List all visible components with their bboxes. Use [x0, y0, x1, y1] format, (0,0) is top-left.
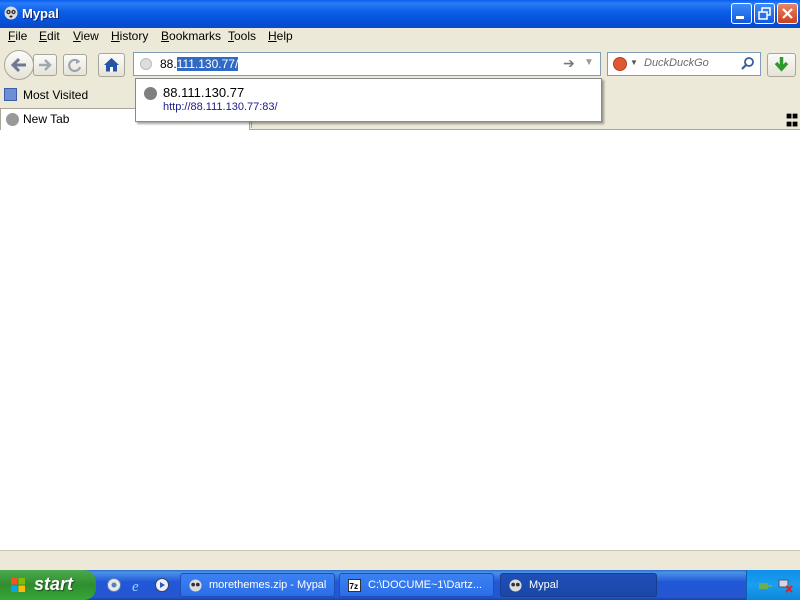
- search-icon[interactable]: [740, 56, 756, 72]
- menu-history[interactable]: History: [111, 29, 148, 43]
- site-identity-icon[interactable]: [140, 58, 152, 70]
- minimize-button[interactable]: [731, 3, 752, 24]
- url-selected-text: 111.130.77/: [176, 57, 239, 71]
- minimize-icon: [736, 16, 744, 19]
- home-button[interactable]: [98, 53, 125, 77]
- close-button[interactable]: [777, 3, 798, 24]
- menu-view-label: iew: [80, 29, 99, 43]
- tab-label: New Tab: [23, 112, 70, 126]
- url-input[interactable]: 88.111.130.77/: [160, 57, 239, 71]
- menu-file-label: ile: [15, 29, 28, 43]
- menu-view-accel: V: [73, 29, 81, 43]
- mypal-app-icon: [4, 6, 18, 20]
- 7zip-icon: 7z: [348, 579, 361, 592]
- duckduckgo-icon[interactable]: [613, 57, 627, 71]
- start-label: start: [34, 574, 74, 594]
- quicklaunch-mediaplayer-icon[interactable]: [154, 577, 170, 593]
- downloads-button[interactable]: [767, 53, 796, 77]
- home-icon: [104, 58, 119, 72]
- menu-bookmarks[interactable]: Bookmarks: [161, 29, 221, 43]
- svg-text:7z: 7z: [349, 581, 358, 591]
- menu-history-label: istory: [119, 29, 149, 43]
- taskbar-item-label: Mypal: [529, 579, 559, 591]
- title-bar: Mypal: [0, 0, 800, 28]
- menu-bookmarks-accel: B: [161, 29, 170, 43]
- menu-help-label: elp: [276, 29, 293, 43]
- globe-icon: [6, 113, 19, 126]
- safely-remove-hardware-icon[interactable]: [757, 577, 773, 593]
- windows-logo-icon: [11, 578, 25, 592]
- start-button[interactable]: start: [0, 570, 96, 600]
- menu-help-accel: H: [268, 29, 277, 43]
- url-autocomplete-popup: 88.111.130.77 http://88.111.130.77:83/: [135, 78, 602, 122]
- search-input[interactable]: DuckDuckGo: [644, 57, 709, 69]
- autocomplete-title: 88.111.130.77: [163, 85, 245, 100]
- back-button[interactable]: [4, 50, 34, 80]
- forward-button[interactable]: [33, 54, 57, 76]
- menu-file[interactable]: File: [8, 29, 27, 43]
- search-engine-dropdown-icon[interactable]: ▼: [630, 58, 638, 67]
- taskbar-item-7zip[interactable]: 7z C:\DOCUME~1\Dartz...: [339, 573, 494, 597]
- window-title: Mypal: [22, 6, 59, 21]
- go-arrow-icon[interactable]: ➔: [563, 55, 575, 72]
- taskbar-item-morethemes[interactable]: morethemes.zip - Mypal: [180, 573, 335, 597]
- search-bar[interactable]: ▼ DuckDuckGo: [607, 52, 761, 76]
- mypal-app-icon: [189, 579, 202, 592]
- restore-button[interactable]: [754, 3, 775, 24]
- reload-button[interactable]: [63, 54, 87, 76]
- all-tabs-icon[interactable]: ■■ ■■: [786, 112, 798, 130]
- menu-history-accel: H: [111, 29, 120, 43]
- url-typed-text: 88.: [160, 57, 177, 71]
- most-visited-icon: [4, 88, 17, 101]
- menu-bar: File Edit View History Bookmarks Tools H…: [0, 28, 800, 48]
- globe-icon: [144, 87, 157, 100]
- menu-help[interactable]: Help: [268, 29, 293, 43]
- status-bar: [0, 550, 800, 570]
- menu-tools[interactable]: Tools: [228, 29, 256, 43]
- autocomplete-url: http://88.111.130.77:83/: [163, 101, 278, 113]
- menu-edit[interactable]: Edit: [39, 29, 60, 43]
- quicklaunch-explorer-icon[interactable]: [106, 577, 122, 593]
- back-arrow-icon: [10, 57, 26, 73]
- taskbar-item-label: C:\DOCUME~1\Dartz...: [368, 579, 482, 591]
- page-content[interactable]: [0, 130, 800, 550]
- forward-arrow-icon: [39, 59, 52, 71]
- reload-icon: [68, 58, 82, 73]
- menu-tools-label: ools: [234, 29, 257, 43]
- url-dropdown-icon[interactable]: ▼: [584, 57, 594, 68]
- taskbar-item-mypal[interactable]: Mypal: [500, 573, 657, 597]
- restore-icon: [758, 7, 771, 20]
- taskbar-item-label: morethemes.zip - Mypal: [209, 579, 327, 591]
- svg-text:e: e: [132, 579, 139, 593]
- close-icon: [782, 8, 793, 19]
- download-arrow-icon: [774, 57, 789, 72]
- url-bar[interactable]: 88.111.130.77/ ➔ ▼: [133, 52, 601, 76]
- menu-bookmarks-label: ookmarks: [169, 29, 222, 43]
- network-disconnected-icon[interactable]: [777, 577, 793, 593]
- taskbar: start e morethemes.zip - Mypal 7z C:\DOC…: [0, 570, 800, 600]
- bookmark-label: Most Visited: [23, 88, 89, 102]
- menu-edit-accel: E: [39, 29, 48, 43]
- menu-edit-label: dit: [47, 29, 60, 43]
- system-tray: [746, 570, 800, 600]
- quicklaunch-ie-icon[interactable]: e: [130, 577, 146, 593]
- mypal-app-icon: [509, 579, 522, 592]
- menu-view[interactable]: View: [73, 29, 99, 43]
